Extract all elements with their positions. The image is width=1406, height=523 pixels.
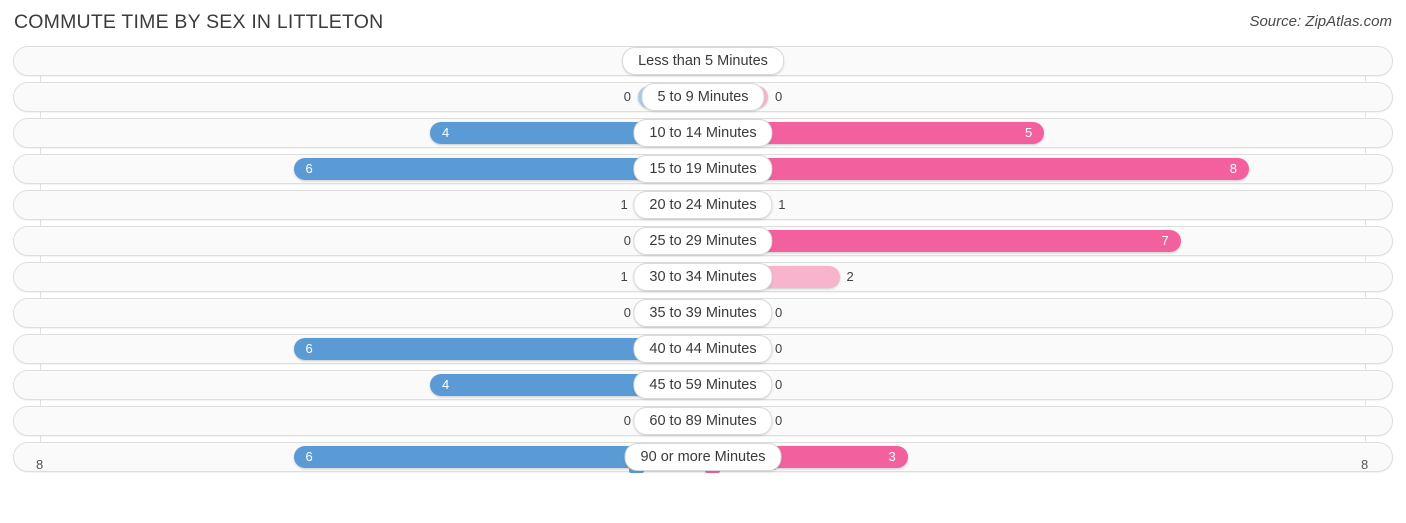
chart-row: 4 5 10 to 14 Minutes bbox=[0, 118, 1406, 148]
male-value-label: 1 bbox=[620, 269, 628, 284]
female-value-label: 0 bbox=[775, 305, 783, 320]
female-value-label: 0 bbox=[775, 377, 783, 392]
category-label: 5 to 9 Minutes bbox=[641, 83, 765, 111]
chart-row: 00Less than 5 Minutes bbox=[0, 46, 1406, 76]
category-label: 30 to 34 Minutes bbox=[633, 263, 773, 291]
male-value-label: 6 bbox=[305, 341, 313, 356]
chart-source-attribution: Source: ZipAtlas.com bbox=[1249, 13, 1392, 30]
category-label: Less than 5 Minutes bbox=[622, 47, 784, 75]
male-value-label: 0 bbox=[623, 89, 631, 104]
female-value-label: 1 bbox=[778, 197, 786, 212]
chart-row: 6 8 15 to 19 Minutes bbox=[0, 154, 1406, 184]
female-value-label: 7 bbox=[1161, 233, 1169, 248]
chart-rows: 00Less than 5 Minutes005 to 9 Minutes451… bbox=[0, 46, 1406, 478]
male-value-label: 1 bbox=[620, 197, 628, 212]
category-label: 45 to 59 Minutes bbox=[633, 371, 773, 399]
chart-row: 0 0 60 to 89 Minutes bbox=[0, 406, 1406, 436]
category-label: 15 to 19 Minutes bbox=[633, 155, 773, 183]
chart-row: 4 0 45 to 59 Minutes bbox=[0, 370, 1406, 400]
female-value-label: 0 bbox=[775, 89, 783, 104]
male-value-label: 4 bbox=[442, 377, 450, 392]
female-bar[interactable]: 7 bbox=[703, 230, 1181, 252]
male-value-label: 0 bbox=[623, 305, 631, 320]
female-value-label: 5 bbox=[1025, 125, 1033, 140]
chart-row: 0 0 35 to 39 Minutes bbox=[0, 298, 1406, 328]
category-label: 20 to 24 Minutes bbox=[633, 191, 773, 219]
female-value-label: 8 bbox=[1229, 161, 1237, 176]
male-value-label: 0 bbox=[623, 413, 631, 428]
category-label: 90 or more Minutes bbox=[624, 443, 782, 471]
female-value-label: 2 bbox=[846, 269, 854, 284]
chart-row: 6 0 40 to 44 Minutes bbox=[0, 334, 1406, 364]
category-label: 35 to 39 Minutes bbox=[633, 299, 773, 327]
male-value-label: 6 bbox=[305, 161, 313, 176]
chart-row: 0 0 5 to 9 Minutes bbox=[0, 82, 1406, 112]
category-label: 60 to 89 Minutes bbox=[633, 407, 773, 435]
chart-header: COMMUTE TIME BY SEX IN LITTLETON Source:… bbox=[0, 0, 1406, 46]
male-value-label: 4 bbox=[442, 125, 450, 140]
chart-row: 0 7 25 to 29 Minutes bbox=[0, 226, 1406, 256]
chart-row: 1 1 20 to 24 Minutes bbox=[0, 190, 1406, 220]
page-title: COMMUTE TIME BY SEX IN LITTLETON bbox=[14, 11, 384, 33]
category-label: 10 to 14 Minutes bbox=[633, 119, 773, 147]
category-label: 40 to 44 Minutes bbox=[633, 335, 773, 363]
category-label: 25 to 29 Minutes bbox=[633, 227, 773, 255]
plot-area: 00Less than 5 Minutes005 to 9 Minutes451… bbox=[0, 46, 1406, 484]
female-value-label: 0 bbox=[775, 413, 783, 428]
male-value-label: 0 bbox=[623, 233, 631, 248]
commute-time-bar-chart: COMMUTE TIME BY SEX IN LITTLETON Source:… bbox=[0, 0, 1406, 523]
female-bar[interactable]: 8 bbox=[703, 158, 1249, 180]
chart-row: 1 2 30 to 34 Minutes bbox=[0, 262, 1406, 292]
female-value-label: 0 bbox=[775, 341, 783, 356]
